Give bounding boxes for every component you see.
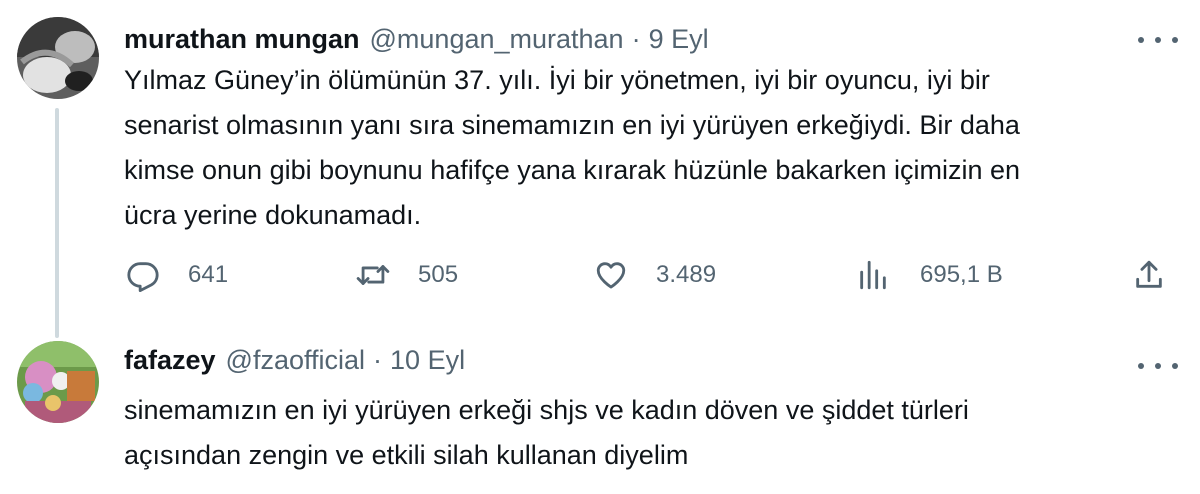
tweet-date[interactable]: 10 Eyl	[390, 345, 465, 376]
retweet-icon	[356, 258, 390, 292]
tweet-text-line: kimse onun gibi boynunu hafifçe yana kır…	[124, 155, 1021, 185]
action-bar: 641 505 3.489 695,1 B	[0, 253, 1200, 297]
tweet-text-line: açısından zengin ve etkili silah kullana…	[124, 440, 689, 470]
heart-icon	[594, 258, 628, 292]
author-handle[interactable]: @mungan_murathan	[370, 24, 624, 55]
share-button[interactable]	[1132, 253, 1166, 297]
share-icon	[1132, 258, 1166, 292]
thread-connector-line	[55, 108, 59, 338]
tweet-text-line: ücra yerine dokunamadı.	[124, 200, 422, 230]
views-icon	[856, 258, 890, 292]
tweet-text-line: Yılmaz Güney’in ölümünün 37. yılı. İyi b…	[124, 65, 990, 95]
retweet-count: 505	[418, 261, 459, 288]
tweet-text-line: sinemamızın en iyi yürüyen erkeği shjs v…	[124, 395, 969, 425]
tweet-text: sinemamızın en iyi yürüyen erkeği shjs v…	[124, 388, 1184, 478]
tweet-header: fafazey @fzaofficial · 10 Eyl	[124, 340, 1140, 380]
author-name[interactable]: fafazey	[124, 345, 216, 376]
tweet-text-line: senarist olmasının yanı sıra sinemamızın…	[124, 110, 1020, 140]
header-separator: ·	[373, 344, 383, 375]
author-handle[interactable]: @fzaofficial	[226, 345, 365, 376]
avatar[interactable]	[17, 17, 99, 99]
tweet-fafazey[interactable]: fafazey @fzaofficial · 10 Eyl sinemamızı…	[0, 330, 1200, 494]
author-name[interactable]: murathan mungan	[124, 24, 360, 55]
avatar[interactable]	[17, 341, 99, 423]
tweet-murathan[interactable]: murathan mungan @mungan_murathan · 9 Eyl…	[0, 0, 1200, 338]
views-button[interactable]: 695,1 B	[856, 253, 1003, 297]
tweet-text: Yılmaz Güney’in ölümünün 37. yılı. İyi b…	[124, 58, 1184, 238]
reply-count: 641	[188, 261, 229, 288]
retweet-button[interactable]: 505	[356, 253, 458, 297]
more-icon[interactable]	[1138, 354, 1178, 378]
more-icon[interactable]	[1138, 28, 1178, 52]
like-count: 3.489	[656, 261, 717, 288]
reply-icon	[126, 258, 160, 292]
tweet-date[interactable]: 9 Eyl	[649, 24, 709, 55]
reply-button[interactable]: 641	[126, 253, 228, 297]
tweet-header: murathan mungan @mungan_murathan · 9 Eyl	[124, 19, 1140, 59]
header-separator: ·	[631, 23, 641, 54]
like-button[interactable]: 3.489	[594, 253, 716, 297]
views-count: 695,1 B	[920, 261, 1003, 288]
